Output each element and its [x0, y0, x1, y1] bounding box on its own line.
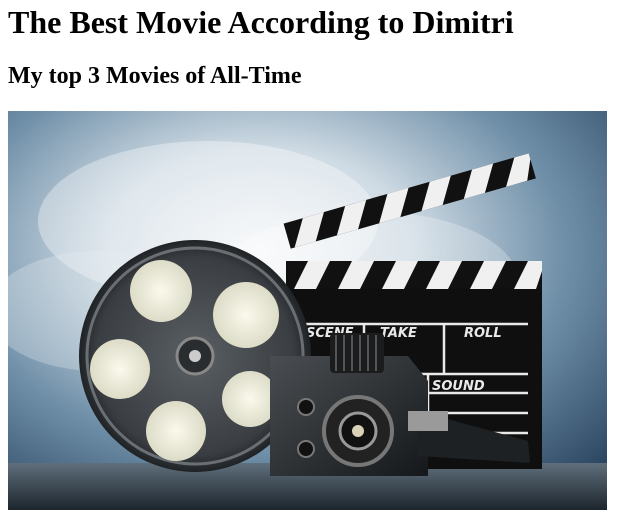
hero-image: SCENE TAKE ROLL SOUND	[8, 111, 607, 510]
clapper-take-label: TAKE	[380, 326, 417, 341]
clapper-roll-label: ROLL	[464, 326, 502, 341]
clapper-sound-label: SOUND	[432, 379, 485, 394]
page-title: The Best Movie According to Dimitri	[8, 4, 514, 40]
page-subtitle: My top 3 Movies of All-Time	[8, 63, 302, 89]
